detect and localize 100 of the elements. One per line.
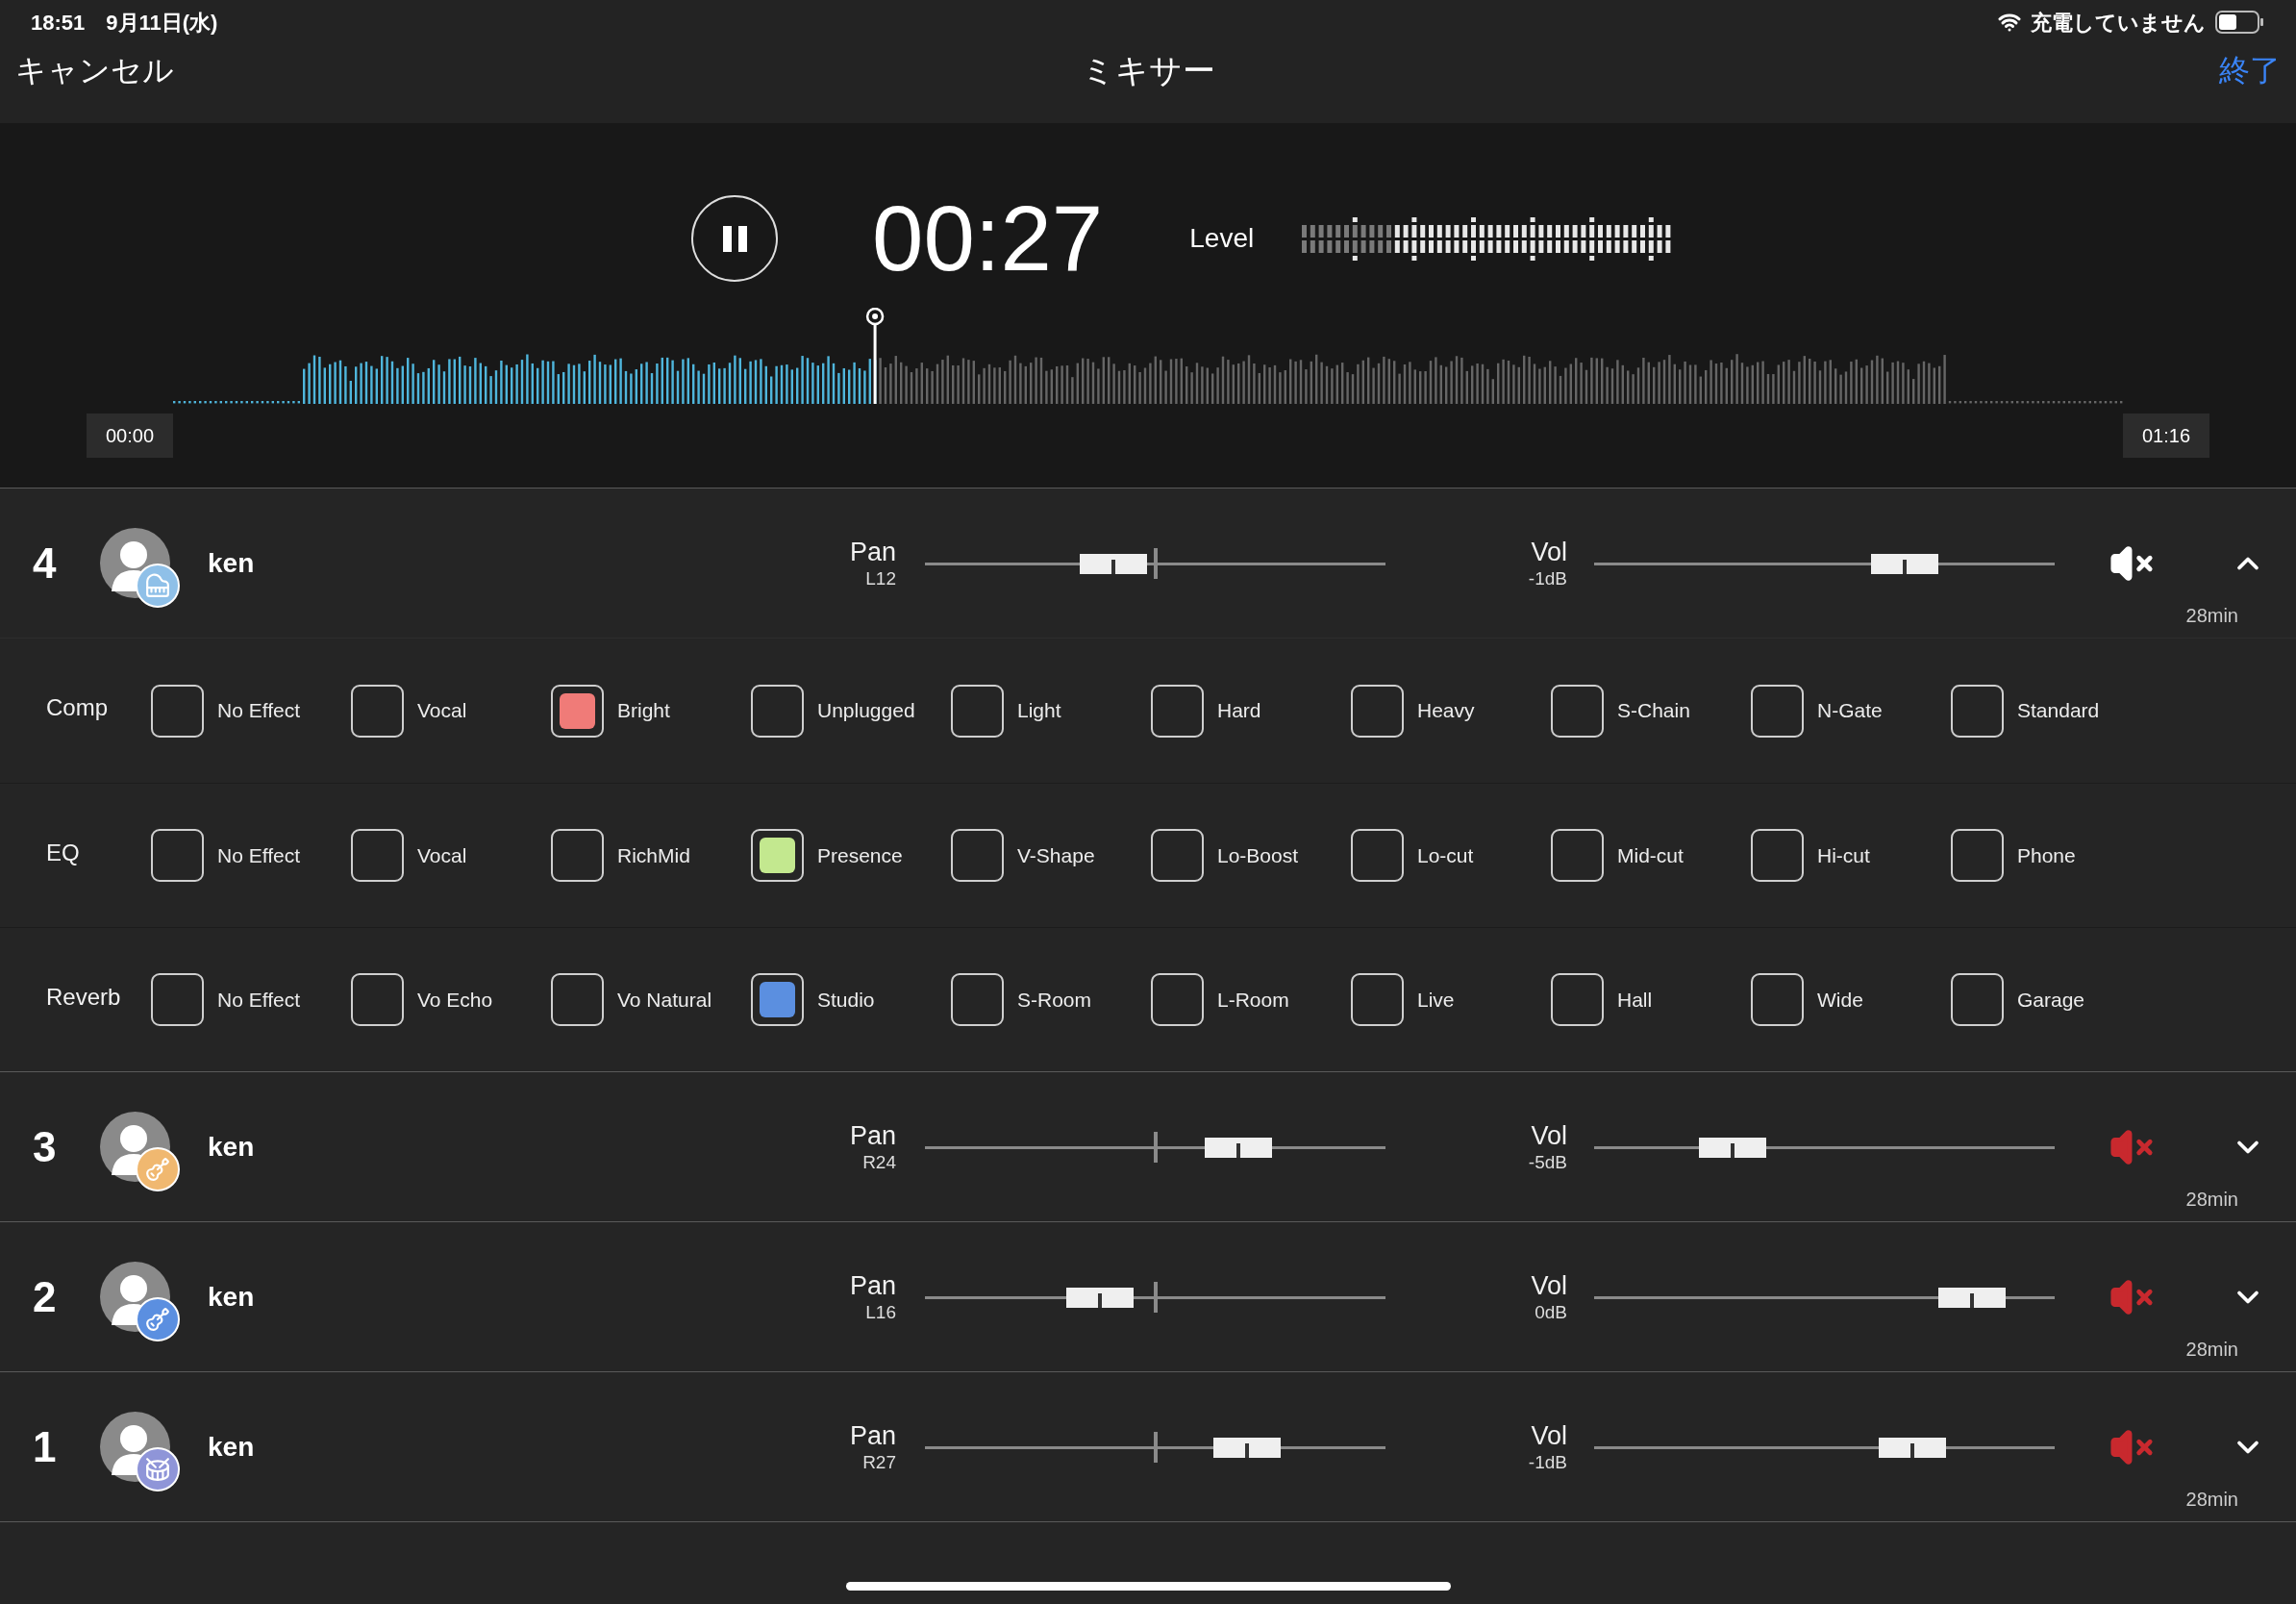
done-button[interactable]: 終了 — [1992, 47, 2281, 93]
slider-thumb[interactable] — [1213, 1437, 1282, 1458]
effect-checkbox[interactable] — [151, 829, 204, 882]
effect-checkbox[interactable] — [351, 829, 404, 882]
effect-option-label: Phone — [2017, 842, 2076, 868]
effect-option-label: Hall — [1617, 987, 1653, 1013]
effect-checkbox[interactable] — [951, 829, 1004, 882]
effect-group-label: Comp — [46, 693, 110, 722]
slider-thumb[interactable] — [1066, 1287, 1134, 1308]
effect-option[interactable]: No Effect — [151, 684, 351, 738]
effect-checkbox[interactable] — [151, 684, 204, 738]
charging-status: 充電していません — [2031, 9, 2206, 37]
effect-option[interactable]: Vo Natural — [551, 973, 751, 1026]
effect-option[interactable]: Vo Echo — [351, 973, 551, 1026]
effect-option[interactable]: L-Room — [1151, 973, 1351, 1026]
effect-option[interactable]: Live — [1351, 973, 1551, 1026]
duration-label: 28min — [2185, 1488, 2238, 1512]
effect-option[interactable]: Garage — [1951, 973, 2151, 1026]
effect-checkbox[interactable] — [1351, 829, 1404, 882]
effect-checkbox[interactable] — [1151, 829, 1204, 882]
effect-option[interactable]: No Effect — [151, 829, 351, 882]
effect-option[interactable]: Presence — [751, 829, 951, 882]
effect-option[interactable]: V-Shape — [951, 829, 1151, 882]
effect-option[interactable]: Bright — [551, 684, 751, 738]
effect-option[interactable]: RichMid — [551, 829, 751, 882]
vol-value: -5dB — [1528, 1150, 1567, 1174]
track-number: 2 — [33, 1272, 57, 1320]
effect-checkbox[interactable] — [551, 829, 604, 882]
effect-checkbox[interactable] — [151, 973, 204, 1026]
duration-label: 28min — [2185, 604, 2238, 628]
track-name: ken — [208, 1130, 255, 1164]
effect-checkbox[interactable] — [1951, 829, 2004, 882]
effect-checkbox[interactable] — [751, 829, 804, 882]
effect-option-label: N-Gate — [1817, 698, 1883, 724]
effect-option[interactable]: N-Gate — [1751, 684, 1951, 738]
effect-option[interactable]: Mid-cut — [1551, 829, 1751, 882]
effect-option[interactable]: S-Chain — [1551, 684, 1751, 738]
effect-option[interactable]: Studio — [751, 973, 951, 1026]
effect-checkbox[interactable] — [1351, 973, 1404, 1026]
slider-thumb[interactable] — [1080, 553, 1148, 574]
effect-option[interactable]: Wide — [1751, 973, 1951, 1026]
vol-label: Vol — [1531, 1419, 1567, 1451]
effect-checkbox[interactable] — [1951, 684, 2004, 738]
slider-thumb[interactable] — [1878, 1437, 1946, 1458]
effect-checkbox[interactable] — [1351, 684, 1404, 738]
effect-option-label: Unplugged — [817, 698, 915, 724]
effect-group-label: Reverb — [46, 982, 122, 1012]
effect-option[interactable]: Hard — [1151, 684, 1351, 738]
pause-button[interactable] — [691, 195, 778, 282]
slider-thumb[interactable] — [1698, 1137, 1766, 1158]
effect-option[interactable]: Heavy — [1351, 684, 1551, 738]
effect-checkbox[interactable] — [1751, 829, 1804, 882]
effect-option-label: Mid-cut — [1617, 842, 1684, 868]
effect-option[interactable]: S-Room — [951, 973, 1151, 1026]
effect-checkbox[interactable] — [1751, 684, 1804, 738]
effect-checkbox[interactable] — [751, 973, 804, 1026]
effect-option[interactable]: Hall — [1551, 973, 1751, 1026]
effect-option[interactable]: Vocal — [351, 684, 551, 738]
effect-checkbox[interactable] — [351, 973, 404, 1026]
effect-option[interactable]: Hi-cut — [1751, 829, 1951, 882]
slider-thumb[interactable] — [1937, 1287, 2006, 1308]
effect-option-label: V-Shape — [1017, 842, 1095, 868]
slider-thumb[interactable] — [1204, 1137, 1272, 1158]
pan-value: R27 — [862, 1450, 896, 1474]
effect-checkbox[interactable] — [1551, 973, 1604, 1026]
pan-value: R24 — [862, 1150, 896, 1174]
effect-option[interactable]: Light — [951, 684, 1151, 738]
effect-checkbox[interactable] — [1551, 829, 1604, 882]
effect-checkbox[interactable] — [951, 973, 1004, 1026]
status-time: 18:51 — [31, 9, 86, 37]
effect-option[interactable]: No Effect — [151, 973, 351, 1026]
effect-option[interactable]: Unplugged — [751, 684, 951, 738]
effect-checkbox[interactable] — [1151, 973, 1204, 1026]
effect-checkbox[interactable] — [951, 684, 1004, 738]
effect-option-label: No Effect — [217, 842, 300, 868]
effect-option-label: Studio — [817, 987, 875, 1013]
effect-checkbox[interactable] — [751, 684, 804, 738]
track-name: ken — [208, 1280, 255, 1314]
effect-option[interactable]: Phone — [1951, 829, 2151, 882]
effect-option[interactable]: Lo-Boost — [1151, 829, 1351, 882]
effect-checkbox[interactable] — [1951, 973, 2004, 1026]
effect-option-label: No Effect — [217, 987, 300, 1013]
effect-option-label: Live — [1417, 987, 1455, 1013]
effect-option[interactable]: Standard — [1951, 684, 2151, 738]
effect-option[interactable]: Lo-cut — [1351, 829, 1551, 882]
pan-label: Pan — [849, 1419, 896, 1451]
effect-checkbox[interactable] — [551, 684, 604, 738]
effect-checkbox[interactable] — [1151, 684, 1204, 738]
effect-option-label: L-Room — [1217, 987, 1289, 1013]
effect-checkbox[interactable] — [351, 684, 404, 738]
playhead[interactable] — [865, 308, 885, 404]
effect-checkbox[interactable] — [1551, 684, 1604, 738]
slider-thumb[interactable] — [1871, 553, 1939, 574]
effect-checkbox[interactable] — [551, 973, 604, 1026]
effect-option-label: Light — [1017, 698, 1061, 724]
effect-option[interactable]: Vocal — [351, 829, 551, 882]
effect-checkbox[interactable] — [1751, 973, 1804, 1026]
cancel-button[interactable]: キャンセル — [15, 47, 304, 93]
elapsed-time: 00:27 — [872, 192, 1104, 285]
drum-icon — [145, 1457, 170, 1482]
